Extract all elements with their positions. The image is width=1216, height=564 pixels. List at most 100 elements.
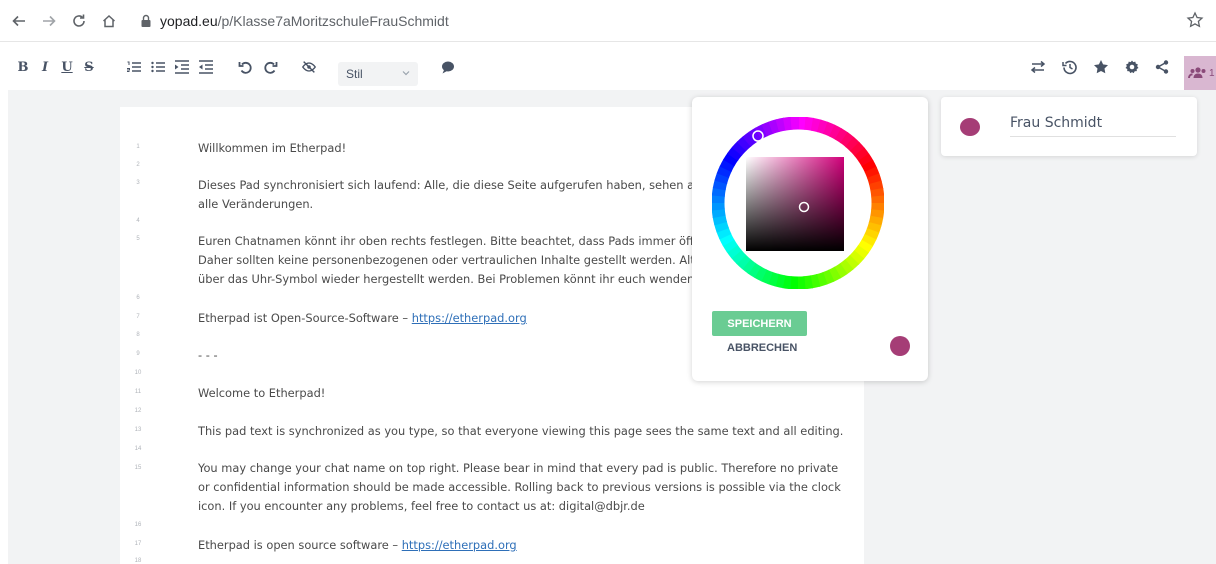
pad-line: This pad text is synchronized as you typ…: [198, 424, 844, 438]
undo-icon[interactable]: [238, 57, 254, 77]
import-export-icon[interactable]: [1030, 57, 1046, 77]
url-host: yopad.eu: [160, 13, 218, 29]
line-number: 18: [134, 558, 142, 564]
hue-segment: [870, 187, 884, 198]
pad-line: You may change your chat name on top rig…: [198, 461, 839, 475]
hue-segment: [816, 272, 828, 287]
line-number: 4: [136, 218, 140, 224]
line-number: 11: [134, 389, 142, 395]
hue-segment: [840, 132, 855, 148]
hue-segment: [736, 254, 751, 270]
bookmark-star-icon[interactable]: [1186, 11, 1204, 29]
hue-segment: [731, 141, 747, 156]
etherpad-link[interactable]: https://etherpad.org: [412, 311, 527, 325]
share-icon[interactable]: [1154, 57, 1170, 77]
pad-line: Etherpad ist Open-Source-Software – http…: [198, 311, 527, 325]
hue-segment: [736, 136, 752, 152]
hue-segment: [712, 179, 728, 191]
underline-button[interactable]: U: [60, 57, 74, 77]
hue-segment: [723, 152, 739, 167]
users-button[interactable]: 1: [1184, 56, 1216, 90]
hue-segment: [849, 250, 865, 265]
cancel-button[interactable]: ABBRECHEN: [727, 342, 797, 354]
hue-segment: [823, 121, 836, 137]
address-bar[interactable]: yopad.eu/p/Klasse7aMoritzschuleFrauSchmi…: [140, 9, 1210, 33]
save-button[interactable]: SPEICHERN: [712, 311, 807, 336]
hue-segment: [854, 147, 870, 162]
hue-segment: [816, 119, 829, 135]
hue-segment: [861, 233, 877, 248]
line-number: 10: [134, 370, 142, 376]
pad-line-text: Etherpad is open source software –: [198, 538, 402, 552]
hue-segment: [844, 254, 860, 270]
users-panel: Frau Schmidt: [941, 97, 1197, 156]
hue-segment: [726, 244, 742, 259]
hue-segment: [712, 214, 728, 226]
pad-line: - - -: [198, 348, 218, 362]
color-wheel[interactable]: [712, 117, 884, 289]
hue-segment: [866, 221, 882, 234]
selected-color-swatch: [890, 336, 910, 356]
line-number: 1: [136, 144, 140, 150]
hue-segment: [714, 172, 730, 185]
hue-segment: [753, 266, 768, 282]
style-select[interactable]: Stil: [338, 62, 418, 86]
user-name-input[interactable]: Frau Schmidt: [1010, 115, 1176, 137]
pad-line: Dieses Pad synchronisiert sich laufend: …: [198, 178, 715, 192]
hue-segment: [858, 153, 874, 168]
user-color-swatch[interactable]: [960, 118, 980, 136]
timeslider-icon[interactable]: [1062, 57, 1078, 77]
pad-line-wrap: über das Uhr-Symbol wieder hergestellt w…: [198, 272, 713, 286]
italic-button[interactable]: I: [38, 57, 52, 77]
ordered-list-icon[interactable]: [126, 57, 142, 77]
etherpad-link[interactable]: https://etherpad.org: [402, 538, 517, 552]
bold-button[interactable]: B: [16, 57, 30, 77]
pad-line-text: Etherpad ist Open-Source-Software –: [198, 311, 412, 325]
home-icon[interactable]: [98, 10, 120, 32]
pad-line: Welcome to Etherpad!: [198, 386, 326, 400]
hue-segment: [719, 233, 735, 247]
hue-segment: [803, 275, 814, 289]
reload-icon[interactable]: [68, 10, 90, 32]
hue-segment: [727, 146, 743, 161]
hue-segment: [861, 159, 877, 173]
hue-segment: [868, 180, 884, 192]
line-number: 13: [134, 427, 142, 433]
hue-segment: [849, 141, 865, 157]
line-number: 12: [134, 408, 142, 414]
line-number: 5: [136, 236, 140, 242]
saturation-shade: [746, 157, 844, 251]
hue-segment: [839, 259, 854, 275]
indent-icon[interactable]: [174, 57, 190, 77]
pad-line-wrap: icon. If you encounter any problems, fee…: [198, 499, 645, 513]
hue-segment: [834, 128, 849, 144]
hue-segment: [768, 119, 780, 134]
unordered-list-icon[interactable]: [150, 57, 166, 77]
hue-segment: [731, 249, 747, 265]
strikethrough-button[interactable]: S: [82, 57, 96, 77]
settings-icon[interactable]: [1124, 57, 1140, 77]
url-text: yopad.eu/p/Klasse7aMoritzschuleFrauSchmi…: [160, 13, 449, 29]
outdent-icon[interactable]: [198, 57, 214, 77]
star-icon[interactable]: [1093, 57, 1109, 77]
hue-segment: [722, 238, 738, 253]
pad-line: Etherpad is open source software – https…: [198, 538, 517, 552]
redo-icon[interactable]: [262, 57, 278, 77]
comment-icon[interactable]: [440, 57, 456, 77]
line-number: 15: [134, 465, 142, 471]
forward-arrow-icon[interactable]: [38, 10, 60, 32]
color-picker-popup: SPEICHERN ABBRECHEN: [692, 97, 928, 381]
pad-line-wrap: Daher sollten keine personenbezogenen od…: [198, 253, 702, 267]
hue-segment: [767, 271, 780, 287]
hue-segment: [810, 117, 822, 133]
editor-toolbar: B I U S: [0, 43, 1216, 90]
hue-segment: [845, 136, 860, 152]
hide-authorship-icon[interactable]: [300, 57, 318, 77]
hue-segment: [712, 186, 726, 197]
pad-line-wrap: alle Veränderungen.: [198, 197, 314, 211]
hue-segment: [774, 273, 786, 289]
hue-segment: [864, 228, 880, 241]
line-number: 7: [136, 314, 140, 320]
hue-segment: [741, 258, 756, 274]
back-arrow-icon[interactable]: [8, 10, 30, 32]
